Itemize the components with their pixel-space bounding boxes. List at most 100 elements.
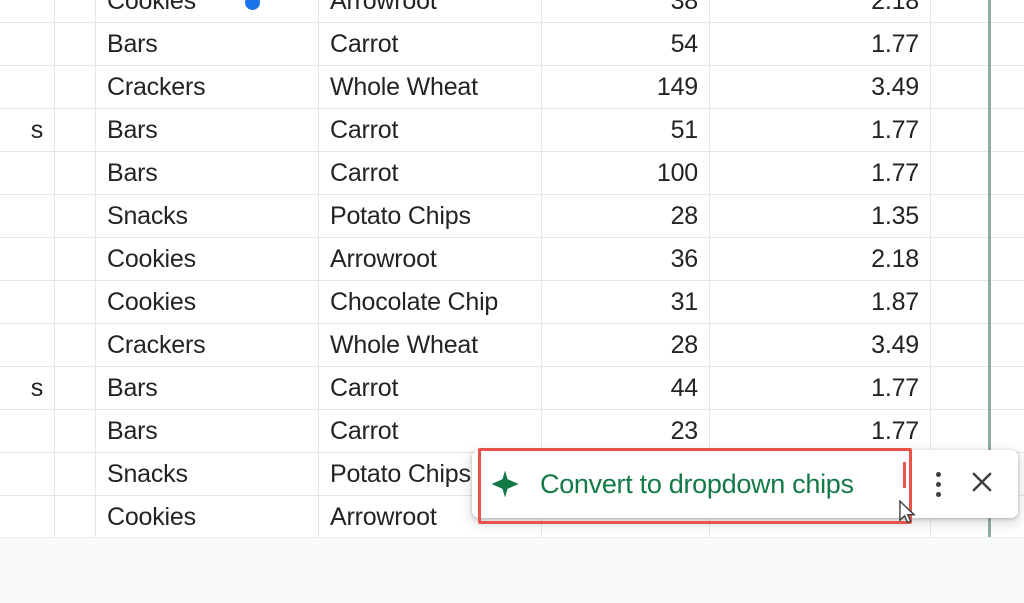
cell-total[interactable]: 97.72 <box>930 323 1024 367</box>
row-pad-cell[interactable] <box>54 452 96 496</box>
cell-category[interactable]: Bars <box>95 108 319 152</box>
suggestion-label[interactable]: Convert to dropdown chips <box>540 469 916 500</box>
cell-quantity[interactable]: 23 <box>541 409 710 453</box>
table-row[interactable]: Bars Carrot 23 1.77 40.71 <box>0 409 1024 453</box>
cell-category[interactable]: Bars <box>95 366 319 410</box>
row-stub-cell[interactable] <box>0 409 55 453</box>
row-stub-cell[interactable]: s <box>0 366 55 410</box>
table-row[interactable]: Crackers Whole Wheat 28 3.49 97.72 <box>0 323 1024 367</box>
cell-price[interactable]: 1.35 <box>709 194 931 238</box>
cell-price[interactable]: 2.18 <box>709 237 931 281</box>
cell-category[interactable]: Bars <box>95 409 319 453</box>
cell-total[interactable]: 520.01 <box>930 65 1024 109</box>
cell-category[interactable]: Snacks <box>95 194 319 238</box>
row-stub-cell[interactable] <box>0 452 55 496</box>
cell-item[interactable]: Chocolate Chip <box>318 280 542 324</box>
cell-category[interactable]: Cookies <box>95 237 319 281</box>
table-row[interactable]: Cookies Arrowroot 38 2.18 82.84 <box>0 0 1024 23</box>
cell-price[interactable]: 2.18 <box>709 0 931 23</box>
sparkle-icon <box>490 469 520 499</box>
row-pad-cell[interactable] <box>54 495 96 537</box>
cell-quantity[interactable]: 51 <box>541 108 710 152</box>
cell-price[interactable]: 1.77 <box>709 22 931 66</box>
cell-price[interactable]: 1.77 <box>709 151 931 195</box>
row-pad-cell[interactable] <box>54 65 96 109</box>
table-row[interactable]: Cookies Chocolate Chip 31 1.87 57.97 <box>0 280 1024 324</box>
cell-category[interactable]: Snacks <box>95 452 319 496</box>
cell-total[interactable]: 177 <box>930 151 1024 195</box>
cell-quantity[interactable]: 38 <box>541 0 710 23</box>
cell-quantity[interactable]: 54 <box>541 22 710 66</box>
table-row[interactable]: Crackers Whole Wheat 149 3.49 520.01 <box>0 65 1024 109</box>
cell-item[interactable]: Carrot <box>318 108 542 152</box>
table-row[interactable]: Cookies Arrowroot 36 2.18 78.48 <box>0 237 1024 281</box>
cell-item[interactable]: Whole Wheat <box>318 323 542 367</box>
row-stub-cell[interactable] <box>0 323 55 367</box>
cell-total[interactable]: 37.8 <box>930 194 1024 238</box>
cell-total[interactable]: 57.97 <box>930 280 1024 324</box>
row-stub-cell[interactable] <box>0 194 55 238</box>
row-pad-cell[interactable] <box>54 280 96 324</box>
table-row[interactable]: Bars Carrot 100 1.77 177 <box>0 151 1024 195</box>
cell-quantity[interactable]: 149 <box>541 65 710 109</box>
table-row[interactable]: Snacks Potato Chips 28 1.35 37.8 <box>0 194 1024 238</box>
cell-category[interactable]: Bars <box>95 151 319 195</box>
row-stub-cell[interactable] <box>0 65 55 109</box>
row-stub-cell[interactable] <box>0 280 55 324</box>
row-pad-cell[interactable] <box>54 194 96 238</box>
row-pad-cell[interactable] <box>54 323 96 367</box>
cell-total[interactable]: 78.48 <box>930 237 1024 281</box>
cell-price[interactable]: 3.49 <box>709 323 931 367</box>
cell-category[interactable]: Cookies <box>95 280 319 324</box>
row-stub-cell[interactable] <box>0 495 55 537</box>
cell-category[interactable]: Bars <box>95 22 319 66</box>
table-row[interactable]: Bars Carrot 54 1.77 95.58 <box>0 22 1024 66</box>
row-pad-cell[interactable] <box>54 366 96 410</box>
cell-total[interactable]: 77.88 <box>930 366 1024 410</box>
cell-category[interactable]: Cookies <box>95 495 319 537</box>
row-pad-cell[interactable] <box>54 409 96 453</box>
cell-item[interactable]: Whole Wheat <box>318 65 542 109</box>
cell-category[interactable]: Crackers <box>95 65 319 109</box>
cell-quantity[interactable]: 28 <box>541 323 710 367</box>
cell-item[interactable]: Arrowroot <box>318 237 542 281</box>
row-stub-cell[interactable] <box>0 237 55 281</box>
row-stub-cell[interactable] <box>0 0 55 23</box>
cell-price[interactable]: 3.49 <box>709 65 931 109</box>
cell-quantity[interactable]: 100 <box>541 151 710 195</box>
cell-item[interactable]: Carrot <box>318 151 542 195</box>
table-row[interactable]: s Bars Carrot 51 1.77 90.27 <box>0 108 1024 152</box>
kebab-menu-button[interactable] <box>916 462 960 506</box>
row-pad-cell[interactable] <box>54 151 96 195</box>
cell-price[interactable]: 1.77 <box>709 409 931 453</box>
row-pad-cell[interactable] <box>54 0 96 23</box>
row-stub-cell[interactable] <box>0 22 55 66</box>
close-button[interactable] <box>960 462 1004 506</box>
cell-total[interactable]: 95.58 <box>930 22 1024 66</box>
cell-quantity[interactable]: 28 <box>541 194 710 238</box>
cell-item[interactable]: Arrowroot <box>318 0 542 23</box>
row-stub-cell[interactable] <box>0 151 55 195</box>
table-row[interactable]: s Bars Carrot 44 1.77 77.88 <box>0 366 1024 410</box>
cell-total[interactable]: 82.84 <box>930 0 1024 23</box>
cell-price[interactable]: 1.87 <box>709 280 931 324</box>
cell-price[interactable]: 1.77 <box>709 108 931 152</box>
cell-item[interactable]: Carrot <box>318 366 542 410</box>
cell-item[interactable]: Carrot <box>318 409 542 453</box>
cell-total[interactable]: 40.71 <box>930 409 1024 453</box>
row-stub-cell[interactable]: s <box>0 108 55 152</box>
page-background-below-grid <box>0 537 1024 603</box>
cell-price[interactable]: 1.77 <box>709 366 931 410</box>
cell-quantity[interactable]: 31 <box>541 280 710 324</box>
row-pad-cell[interactable] <box>54 237 96 281</box>
cell-quantity[interactable]: 44 <box>541 366 710 410</box>
cell-category[interactable]: Cookies <box>95 0 319 23</box>
convert-to-dropdown-chips-popup[interactable]: Convert to dropdown chips <box>472 450 1018 518</box>
cell-quantity[interactable]: 36 <box>541 237 710 281</box>
cell-total[interactable]: 90.27 <box>930 108 1024 152</box>
row-pad-cell[interactable] <box>54 108 96 152</box>
cell-item[interactable]: Carrot <box>318 22 542 66</box>
cell-category[interactable]: Crackers <box>95 323 319 367</box>
row-pad-cell[interactable] <box>54 22 96 66</box>
cell-item[interactable]: Potato Chips <box>318 194 542 238</box>
